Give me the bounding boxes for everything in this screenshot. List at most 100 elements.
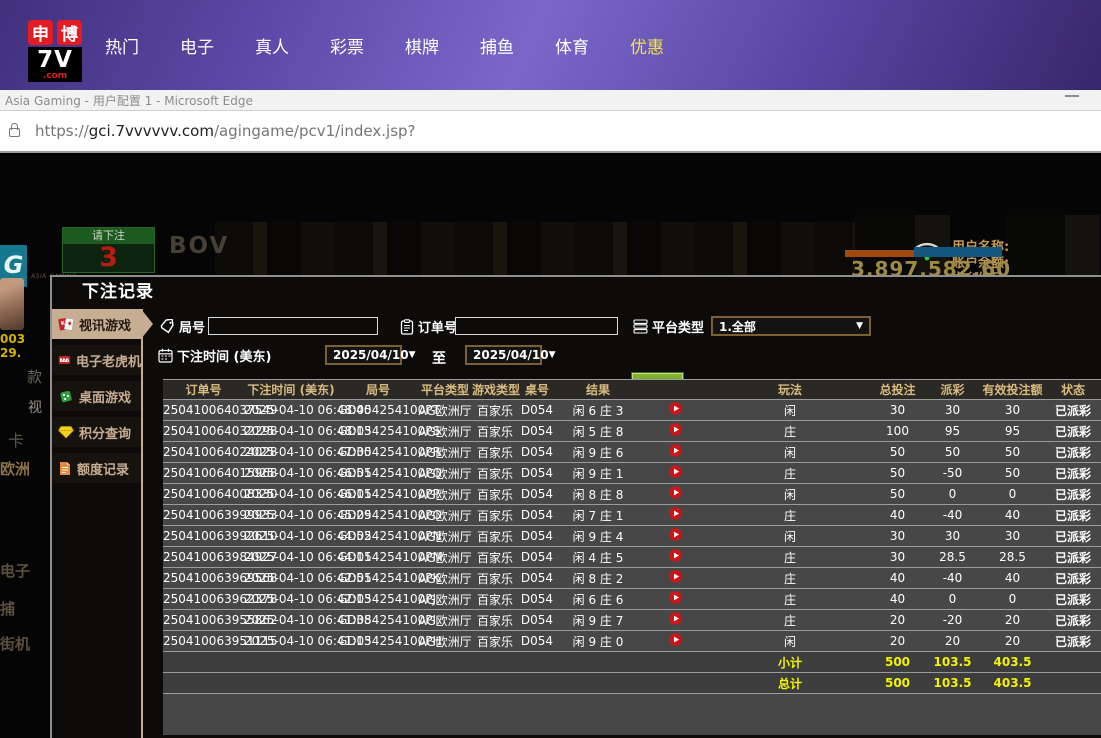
replay-button[interactable] [640,589,710,610]
replay-button[interactable] [640,631,710,652]
col-platform: 平台类型 [418,380,472,400]
platform-cell: AG欧洲厅 [418,484,472,505]
status-cell: 已派彩 [1045,547,1101,568]
status-cell: 已派彩 [1045,526,1101,547]
bet-time-label-group: 下注时间 (美东) [158,346,271,365]
tag-icon [160,319,175,334]
nav-item-lottery[interactable]: 彩票 [330,33,364,58]
col-valid-bet: 有效投注额 [980,380,1045,400]
logo-tile-shen: 申 [28,20,53,45]
subtotal-label: 小计 [710,652,870,673]
calendar-icon [158,348,173,363]
result-cell: 闲 6 庄 6 [556,589,640,610]
table-row: 2504100640322982025-04-10 06:48:13GD0542… [163,421,1101,442]
bet-time-cell: 2025-04-10 06:48:40 [244,400,338,421]
replay-button[interactable] [640,463,710,484]
minimize-button[interactable] [1065,95,1079,97]
play-icon [669,633,682,646]
nav-item-hot[interactable]: 热门 [105,33,139,58]
round-no-cell: GD054254100PI [338,610,418,631]
order-no-input[interactable] [455,317,618,335]
replay-button[interactable] [640,526,710,547]
backdrop-fragment: 视 [28,397,42,417]
bet-record-panel: 下注记录 K ♦ 视讯游戏 777 电子老虎机 [50,275,1101,738]
sidebar-item-slots[interactable]: 777 电子老虎机 [52,345,141,375]
table-no-cell: D054 [518,400,556,421]
total-bet-cell: 30 [870,547,925,568]
platform-cell: AG欧洲厅 [418,505,472,526]
replay-button[interactable] [640,442,710,463]
payout-cell: 95 [925,421,980,442]
date-from-select[interactable]: 2025/04/10 ▼ [325,345,402,365]
bet-table-container: 订单号 下注时间 (美东) 局号 平台类型 游戏类型 桌号 结果 玩法 总投注 … [163,379,1101,735]
playing-cards-icon: K ♦ [58,317,74,332]
payout-cell: -50 [925,463,980,484]
table-no-cell: D054 [518,610,556,631]
platform-cell: AG欧洲厅 [418,568,472,589]
nav-item-fishing[interactable]: 捕鱼 [480,33,514,58]
sidebar-item-quota[interactable]: 额度记录 [52,453,141,483]
to-label: 至 [432,348,446,368]
order-no-cell: 250410063969568 [163,568,244,589]
bet-time-cell: 2025-04-10 06:42:51 [244,568,338,589]
table-row: 2504100639695682025-04-10 06:42:51GD0542… [163,568,1101,589]
result-cell: 闲 9 庄 4 [556,526,640,547]
document-icon [58,461,72,476]
order-no-cell: 250410063955862 [163,610,244,631]
game-type-cell: 百家乐 [472,547,518,568]
table-no-cell: D054 [518,526,556,547]
col-result: 结果 [556,380,640,400]
round-no-input[interactable] [208,317,378,335]
play-cell: 闲 [710,484,870,505]
platform-type-select[interactable]: 1.全部 ▼ [711,316,871,336]
nav-item-promo[interactable]: 优惠 [630,33,664,58]
dice-icon [58,389,74,404]
url-text[interactable]: https://gci.7vvvvvv.com/agingame/pcv1/in… [35,122,416,140]
nav-item-slots[interactable]: 电子 [180,33,214,58]
panel-content: 局号 订单号 平台类型 1.全部 [145,309,1101,738]
window-titlebar: Asia Gaming - 用户配置 1 - Microsoft Edge [0,90,1101,110]
date-to-select[interactable]: 2025/04/10 ▼ [465,345,542,365]
play-icon [669,486,682,499]
sidebar-item-points[interactable]: 积分查询 [52,417,141,447]
address-bar[interactable]: https://gci.7vvvvvv.com/agingame/pcv1/in… [0,110,1101,153]
play-icon [669,444,682,457]
replay-button[interactable] [640,421,710,442]
payout-cell: 28.5 [925,547,980,568]
nav-item-live[interactable]: 真人 [255,33,289,58]
valid-bet-cell: 28.5 [980,547,1045,568]
table-header-row: 订单号 下注时间 (美东) 局号 平台类型 游戏类型 桌号 结果 玩法 总投注 … [163,380,1101,400]
total-bet-cell: 50 [870,463,925,484]
sidebar-item-live-games[interactable]: K ♦ 视讯游戏 [52,309,141,339]
total-bet-cell: 100 [870,421,925,442]
replay-button[interactable] [640,547,710,568]
valid-bet-cell: 20 [980,631,1045,652]
table-no-cell: D054 [518,421,556,442]
valid-bet-cell: 0 [980,484,1045,505]
subtotal-payout: 103.5 [925,652,980,673]
round-no-cell: GD054254100PJ [338,589,418,610]
site-logo[interactable]: 申 博 7V .com [28,20,86,82]
col-round-no: 局号 [338,380,418,400]
play-cell: 庄 [710,568,870,589]
payout-cell: 30 [925,526,980,547]
avatar [0,278,24,330]
logo-mark: 7V .com [28,47,82,82]
platform-cell: AG欧洲厅 [418,421,472,442]
replay-button[interactable] [640,610,710,631]
col-replay [640,380,710,400]
replay-button[interactable] [640,568,710,589]
nav-item-sports[interactable]: 体育 [555,33,589,58]
total-bet-cell: 20 [870,610,925,631]
platform-type-label-group: 平台类型 [633,317,704,336]
replay-button[interactable] [640,484,710,505]
play-icon [669,528,682,541]
total-bet-cell: 30 [870,526,925,547]
sidebar-item-table-games[interactable]: 桌面游戏 [52,381,141,411]
table-row: 2504100639558622025-04-10 06:41:38GD0542… [163,610,1101,631]
total-bet-cell: 50 [870,442,925,463]
order-no-cell: 250410063951115 [163,631,244,652]
replay-button[interactable] [640,505,710,526]
nav-item-cards[interactable]: 棋牌 [405,33,439,58]
replay-button[interactable] [640,400,710,421]
